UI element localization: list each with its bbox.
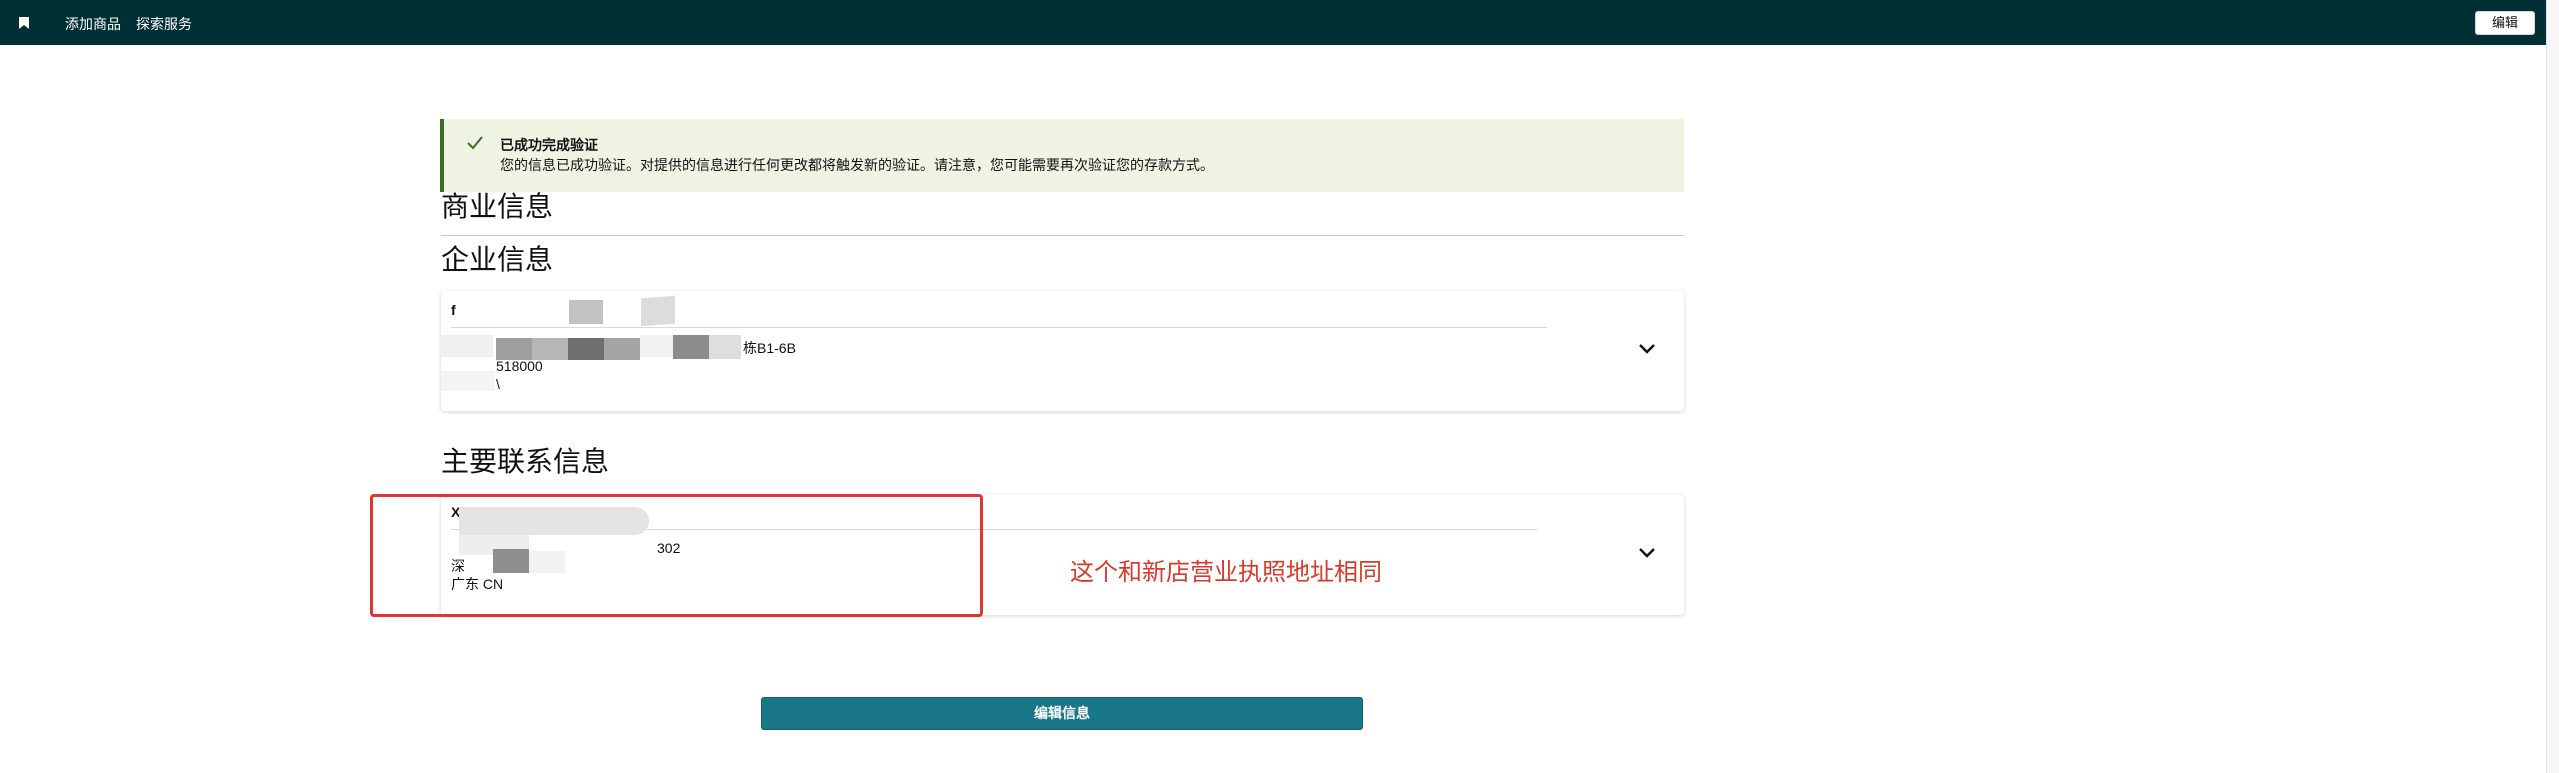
heading-primary-contact: 主要联系信息	[441, 446, 610, 477]
company-name: f	[451, 302, 456, 318]
section-divider	[441, 235, 1684, 236]
company-info-card[interactable]: f 栋B1-6B 518000 \	[441, 291, 1684, 411]
redaction-block	[569, 300, 603, 324]
redaction-block	[459, 507, 649, 535]
check-icon	[467, 136, 483, 150]
nav-explore-services[interactable]: 探索服务	[136, 15, 192, 33]
redaction-block	[532, 338, 568, 360]
redaction-block	[640, 335, 674, 357]
bookmark-icon[interactable]	[19, 17, 29, 29]
top-nav-bar: 添加商品 探索服务 编辑	[0, 0, 2546, 45]
redaction-block	[441, 371, 495, 391]
contact-region: 广东 CN	[451, 576, 504, 592]
redaction-block	[709, 335, 741, 359]
banner-message: 您的信息已成功验证。对提供的信息进行任何更改都将触发新的验证。请注意，您可能需要…	[500, 157, 1214, 173]
heading-business-info: 商业信息	[441, 191, 554, 222]
card-divider	[451, 327, 1547, 328]
edit-information-button[interactable]: 编辑信息	[761, 697, 1363, 730]
page-scrollbar[interactable]	[2546, 0, 2559, 773]
heading-company-info: 企业信息	[441, 244, 554, 275]
verification-success-banner: 已成功完成验证 您的信息已成功验证。对提供的信息进行任何更改都将触发新的验证。请…	[440, 119, 1684, 192]
nav-add-product[interactable]: 添加商品	[65, 15, 121, 33]
company-region: \	[496, 376, 500, 392]
company-address: 栋B1-6B	[743, 340, 796, 356]
contact-postal: 深	[451, 558, 465, 574]
redaction-block	[641, 295, 675, 327]
redaction-block	[496, 338, 532, 360]
redaction-block	[493, 549, 529, 573]
contact-address: 302	[657, 540, 681, 556]
contact-info-card[interactable]: X 302 深 广东 CN	[441, 495, 1684, 615]
annotation-note: 这个和新店营业执照地址相同	[1070, 559, 1382, 586]
redaction-block	[568, 338, 604, 360]
redaction-block	[673, 335, 709, 359]
redaction-block	[604, 338, 640, 360]
chevron-down-icon[interactable]	[1638, 547, 1656, 559]
banner-title: 已成功完成验证	[500, 137, 598, 153]
top-edit-button[interactable]: 编辑	[2475, 11, 2535, 35]
chevron-down-icon[interactable]	[1638, 343, 1656, 355]
redaction-block	[529, 551, 565, 573]
redaction-block	[441, 335, 493, 357]
